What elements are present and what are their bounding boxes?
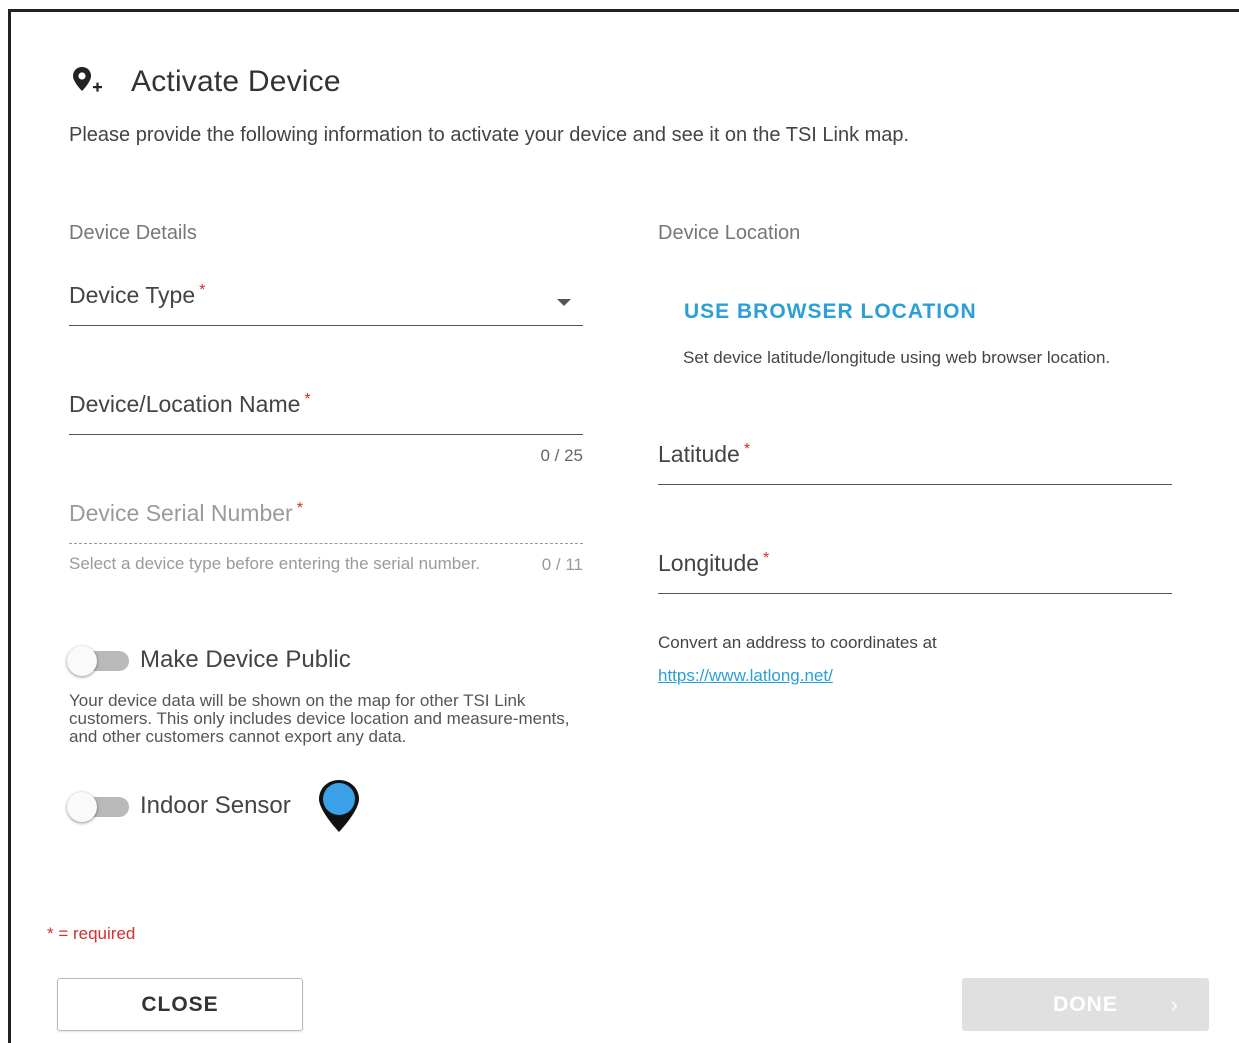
dialog-header: Activate Device: [70, 62, 341, 102]
map-pin-icon: [319, 780, 359, 832]
required-asterisk: *: [199, 282, 206, 299]
serial-number-hint: Select a device type before entering the…: [69, 554, 481, 573]
device-location-section-label: Device Location: [658, 222, 801, 244]
toggle-knob: [67, 646, 97, 676]
location-name-label: Device/Location Name *: [69, 391, 311, 417]
done-button[interactable]: DONE ›: [962, 978, 1209, 1031]
dialog-title: Activate Device: [131, 65, 341, 98]
convert-address-note: Convert an address to coordinates at: [658, 633, 937, 652]
make-public-description: Your device data will be shown on the ma…: [69, 691, 570, 746]
device-type-label: Device Type *: [69, 282, 206, 308]
indoor-sensor-toggle[interactable]: [67, 791, 129, 823]
chevron-right-icon: ›: [1170, 992, 1179, 1017]
serial-number-counter: 0 / 11: [541, 555, 583, 574]
dialog-subtitle: Please provide the following information…: [69, 124, 910, 146]
serial-number-underline: [69, 543, 583, 544]
required-asterisk: *: [763, 550, 770, 567]
required-asterisk: *: [304, 391, 311, 408]
device-details-section-label: Device Details: [69, 222, 197, 244]
make-public-label: Make Device Public: [140, 646, 351, 673]
location-name-field[interactable]: Device/Location Name *: [69, 391, 583, 437]
chevron-down-icon: [557, 299, 571, 306]
device-type-underline: [69, 325, 583, 326]
make-public-toggle[interactable]: [67, 645, 129, 677]
done-label: DONE: [1053, 992, 1118, 1016]
use-browser-location-button[interactable]: USE BROWSER LOCATION: [684, 300, 977, 324]
location-name-counter: 0 / 25: [540, 446, 583, 465]
close-button[interactable]: CLOSE: [57, 978, 303, 1031]
toggle-knob: [67, 792, 97, 822]
browser-location-note: Set device latitude/longitude using web …: [683, 348, 1111, 367]
required-asterisk: *: [743, 441, 751, 458]
required-legend: * = required: [47, 924, 136, 943]
latlong-link[interactable]: https://www.latlong.net/: [658, 666, 833, 686]
location-name-underline: [69, 434, 583, 435]
device-type-select[interactable]: Device Type *: [69, 282, 583, 328]
longitude-label: Longitude *: [658, 550, 770, 576]
latitude-field[interactable]: Latitude *: [658, 441, 1172, 487]
longitude-underline: [658, 593, 1172, 594]
longitude-field[interactable]: Longitude *: [658, 550, 1172, 596]
required-asterisk: *: [296, 500, 303, 517]
latitude-label: Latitude *: [658, 441, 751, 467]
indoor-sensor-label: Indoor Sensor: [140, 792, 291, 819]
add-location-icon: [73, 67, 102, 92]
latitude-underline: [658, 484, 1172, 485]
serial-number-label: Device Serial Number *: [69, 500, 303, 526]
serial-number-field: Device Serial Number *: [69, 500, 583, 546]
